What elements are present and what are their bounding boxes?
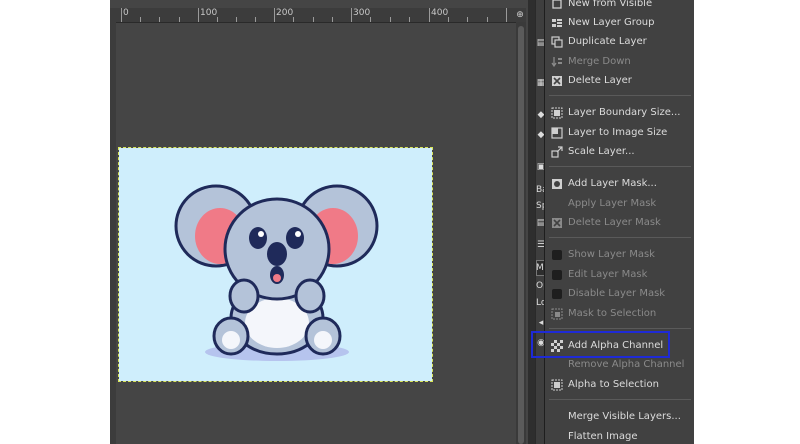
- boundary-icon: [551, 107, 563, 119]
- menu-label: Alpha to Selection: [568, 379, 659, 390]
- menu-item-disable-layer-mask[interactable]: Disable Layer Mask: [545, 284, 694, 304]
- ruler-label-200: 200: [276, 8, 294, 18]
- highlight-box-add-alpha-channel: [531, 331, 670, 358]
- ruler-label-0: 0: [123, 8, 129, 18]
- menu-separator: [549, 237, 691, 238]
- menu-item-layer-to-image-size[interactable]: Layer to Image Size: [545, 123, 694, 143]
- image-layer[interactable]: [118, 147, 433, 382]
- menu-label: Duplicate Layer: [568, 36, 647, 47]
- menu-label: Layer to Image Size: [568, 127, 668, 138]
- menu-label: Add Layer Mask...: [568, 178, 657, 189]
- right-margin: [693, 0, 800, 444]
- ruler-label-100: 100: [200, 8, 218, 18]
- menu-item-scale-layer[interactable]: Scale Layer...: [545, 142, 694, 162]
- menu-item-flatten-image[interactable]: Flatten Image: [545, 427, 694, 444]
- menu-label: Show Layer Mask: [568, 249, 655, 260]
- checkbox-icon: [552, 250, 562, 260]
- menu-item-mask-to-selection[interactable]: Mask to Selection: [545, 304, 694, 324]
- horizontal-ruler: 0 100 200 300 400: [116, 8, 516, 23]
- ruler-label-400: 400: [431, 8, 449, 18]
- checkbox-icon: [552, 270, 562, 280]
- mask-to-selection-icon: [551, 308, 563, 320]
- alpha-to-selection-icon: [551, 379, 563, 391]
- menu-item-show-layer-mask[interactable]: Show Layer Mask: [545, 245, 694, 265]
- gimp-window: 0 100 200 300 400 ⊕ ▤ ▦ ◆ ◆ ▣ Ba Sp ▤ ☰ …: [0, 0, 800, 444]
- menu-item-add-layer-mask[interactable]: Add Layer Mask...: [545, 174, 694, 194]
- menu-label: Merge Down: [568, 56, 631, 67]
- menu-item-new-from-visible[interactable]: New from Visible: [545, 0, 694, 14]
- menu-label: Flatten Image: [568, 431, 638, 442]
- menu-item-delete-layer[interactable]: Delete Layer: [545, 71, 694, 91]
- merge-down-icon: [551, 57, 562, 68]
- menu-item-apply-layer-mask[interactable]: Apply Layer Mask: [545, 194, 694, 214]
- menu-separator: [549, 166, 691, 167]
- left-margin: [0, 0, 110, 444]
- menu-item-merge-down[interactable]: Merge Down: [545, 52, 694, 72]
- add-mask-icon: [552, 179, 562, 189]
- menu-label: Delete Layer Mask: [568, 217, 661, 228]
- ruler-label-300: 300: [353, 8, 371, 18]
- layer-to-image-icon: [551, 127, 563, 139]
- menu-item-new-layer-group[interactable]: New Layer Group: [545, 13, 694, 33]
- scrollbar-thumb[interactable]: [518, 26, 524, 444]
- menu-label: New from Visible: [568, 0, 653, 9]
- delete-mask-icon: [552, 218, 562, 228]
- vertical-ruler: [110, 8, 116, 444]
- menu-item-remove-alpha-channel[interactable]: Remove Alpha Channel: [545, 355, 694, 375]
- layer-group-icon: [552, 19, 562, 27]
- menu-label: Delete Layer: [568, 75, 632, 86]
- menu-label: Remove Alpha Channel: [568, 359, 685, 370]
- menu-item-layer-boundary-size[interactable]: Layer Boundary Size...: [545, 103, 694, 123]
- menu-label: Edit Layer Mask: [568, 269, 648, 280]
- navigate-button[interactable]: ⊕: [514, 8, 526, 22]
- menu-item-edit-layer-mask[interactable]: Edit Layer Mask: [545, 265, 694, 285]
- duplicate-icon: [551, 36, 563, 48]
- menu-separator: [549, 399, 691, 400]
- delete-icon: [552, 76, 562, 86]
- dock-separator: [528, 0, 535, 444]
- menu-item-duplicate-layer[interactable]: Duplicate Layer: [545, 32, 694, 52]
- scale-icon: [551, 146, 563, 158]
- menu-label: Mask to Selection: [568, 308, 657, 319]
- menu-label: Merge Visible Layers...: [568, 411, 681, 422]
- menu-label: Layer Boundary Size...: [568, 107, 681, 118]
- menu-label: Disable Layer Mask: [568, 288, 666, 299]
- new-from-visible-icon: [552, 0, 562, 9]
- menu-separator: [549, 95, 691, 96]
- menu-label: Apply Layer Mask: [568, 198, 657, 209]
- menu-item-merge-visible-layers[interactable]: Merge Visible Layers...: [545, 407, 694, 427]
- layer-context-menu: New from Visible New Layer Group Duplica…: [544, 0, 694, 444]
- menu-label: New Layer Group: [568, 17, 655, 28]
- koala-illustration: [174, 184, 379, 361]
- menu-item-alpha-to-selection[interactable]: Alpha to Selection: [545, 375, 694, 395]
- menu-item-delete-layer-mask[interactable]: Delete Layer Mask: [545, 213, 694, 233]
- menu-label: Scale Layer...: [568, 146, 635, 157]
- checkbox-icon: [552, 289, 562, 299]
- menu-separator: [549, 328, 691, 329]
